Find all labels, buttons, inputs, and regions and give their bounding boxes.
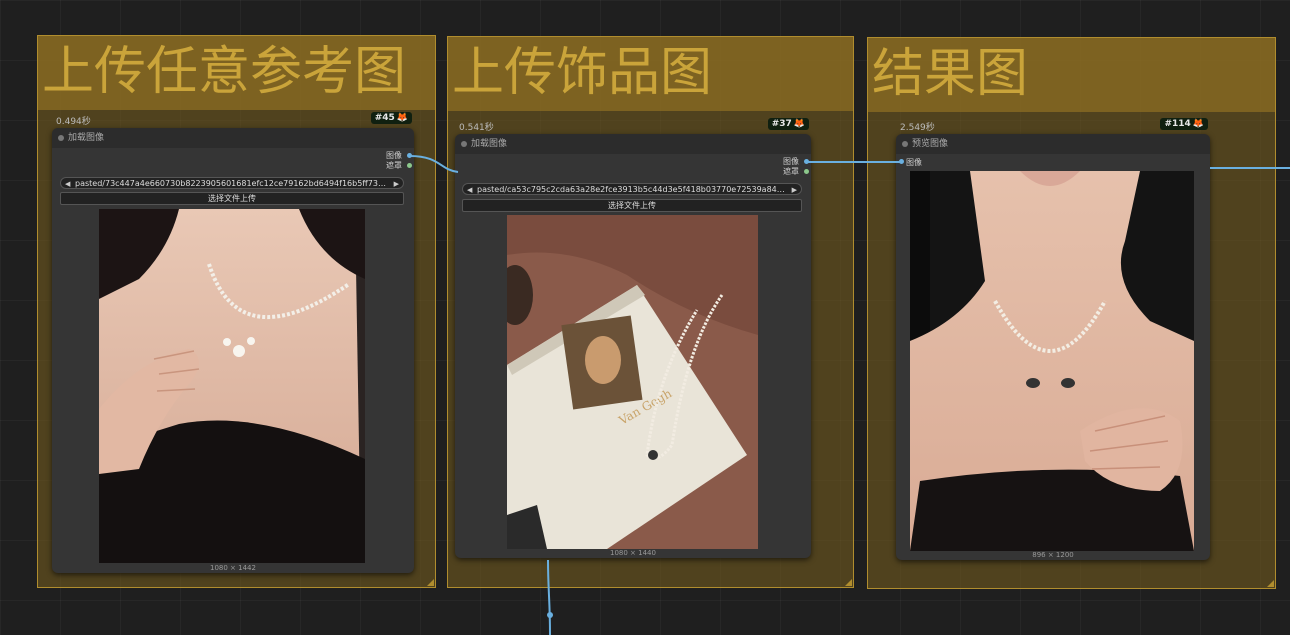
output-socket[interactable]	[407, 163, 412, 168]
woman-necklace-photo	[99, 209, 365, 563]
fox-icon: 🦊	[1192, 119, 1204, 129]
exec-time: 0.541秒	[459, 123, 494, 133]
node-title: 加载图像	[68, 133, 105, 143]
fox-icon: 🦊	[793, 119, 805, 129]
image-dimensions: 896 × 1200	[1032, 551, 1074, 559]
image-dimensions: 1080 × 1440	[610, 549, 656, 557]
image-preview: Van Gogh	[507, 215, 758, 549]
output-socket[interactable]	[804, 159, 809, 164]
node-id-badge: #45 🦊	[370, 112, 412, 124]
upload-button[interactable]: 选择文件上传	[462, 199, 802, 212]
output-mask[interactable]: 遮罩	[386, 161, 412, 171]
file-select-combo[interactable]: ◀ pasted/73c447a4e660730b8223905601681ef…	[60, 177, 404, 189]
next-arrow-icon[interactable]: ▶	[792, 184, 797, 194]
collapse-dot-icon[interactable]	[461, 141, 467, 147]
preview-image-node[interactable]: 2.549秒 #114 🦊 预览图像 图像 896 × 1200	[896, 118, 1210, 560]
exec-time: 0.494秒	[56, 117, 91, 127]
node-header[interactable]: 加载图像	[455, 134, 811, 154]
collapse-dot-icon[interactable]	[58, 135, 64, 141]
image-preview	[99, 209, 365, 563]
group-title[interactable]: 结果图	[868, 38, 1275, 112]
input-socket[interactable]	[899, 159, 904, 164]
filename: pasted/73c447a4e660730b8223905601681efc1…	[75, 179, 389, 188]
result-photo	[910, 171, 1194, 551]
node-title: 加载图像	[471, 139, 508, 149]
next-arrow-icon[interactable]: ▶	[394, 178, 399, 188]
load-image-node-2[interactable]: 0.541秒 #37 🦊 加载图像 图像 遮罩 ◀ pasted/ca53c795…	[455, 118, 811, 558]
image-preview	[910, 171, 1194, 551]
group-resize-handle[interactable]	[1267, 580, 1274, 587]
wire-reroute-dot	[547, 612, 553, 618]
file-select-combo[interactable]: ◀ pasted/ca53c795c2cda63a28e2fce3913b5c4…	[462, 183, 802, 195]
node-title: 预览图像	[912, 139, 949, 149]
image-dimensions: 1080 × 1442	[210, 564, 256, 572]
node-header[interactable]: 预览图像	[896, 134, 1210, 154]
input-image[interactable]: 图像	[899, 157, 922, 168]
filename: pasted/ca53c795c2cda63a28e2fce3913b5c44d…	[477, 185, 787, 194]
group-resize-handle[interactable]	[427, 579, 434, 586]
group-title[interactable]: 上传任意参考图	[38, 36, 435, 110]
group-title[interactable]: 上传饰品图	[448, 37, 853, 111]
load-image-node-1[interactable]: 0.494秒 #45 🦊 加载图像 图像 遮罩 ◀ pasted/73c447a4…	[52, 112, 414, 573]
collapse-dot-icon[interactable]	[902, 141, 908, 147]
output-socket[interactable]	[804, 169, 809, 174]
node-id-badge: #114 🦊	[1160, 118, 1208, 130]
node-id-badge: #37 🦊	[767, 118, 809, 130]
exec-time: 2.549秒	[900, 123, 935, 133]
output-image[interactable]: 图像	[386, 151, 412, 161]
prev-arrow-icon[interactable]: ◀	[467, 184, 472, 194]
node-header[interactable]: 加载图像	[52, 128, 414, 148]
output-image[interactable]: 图像	[783, 157, 809, 167]
fox-icon: 🦊	[396, 113, 408, 123]
prev-arrow-icon[interactable]: ◀	[65, 178, 70, 188]
output-socket[interactable]	[407, 153, 412, 158]
book-necklace-photo: Van Gogh	[507, 215, 758, 549]
output-mask[interactable]: 遮罩	[783, 167, 809, 177]
group-resize-handle[interactable]	[845, 579, 852, 586]
upload-button[interactable]: 选择文件上传	[60, 192, 404, 205]
